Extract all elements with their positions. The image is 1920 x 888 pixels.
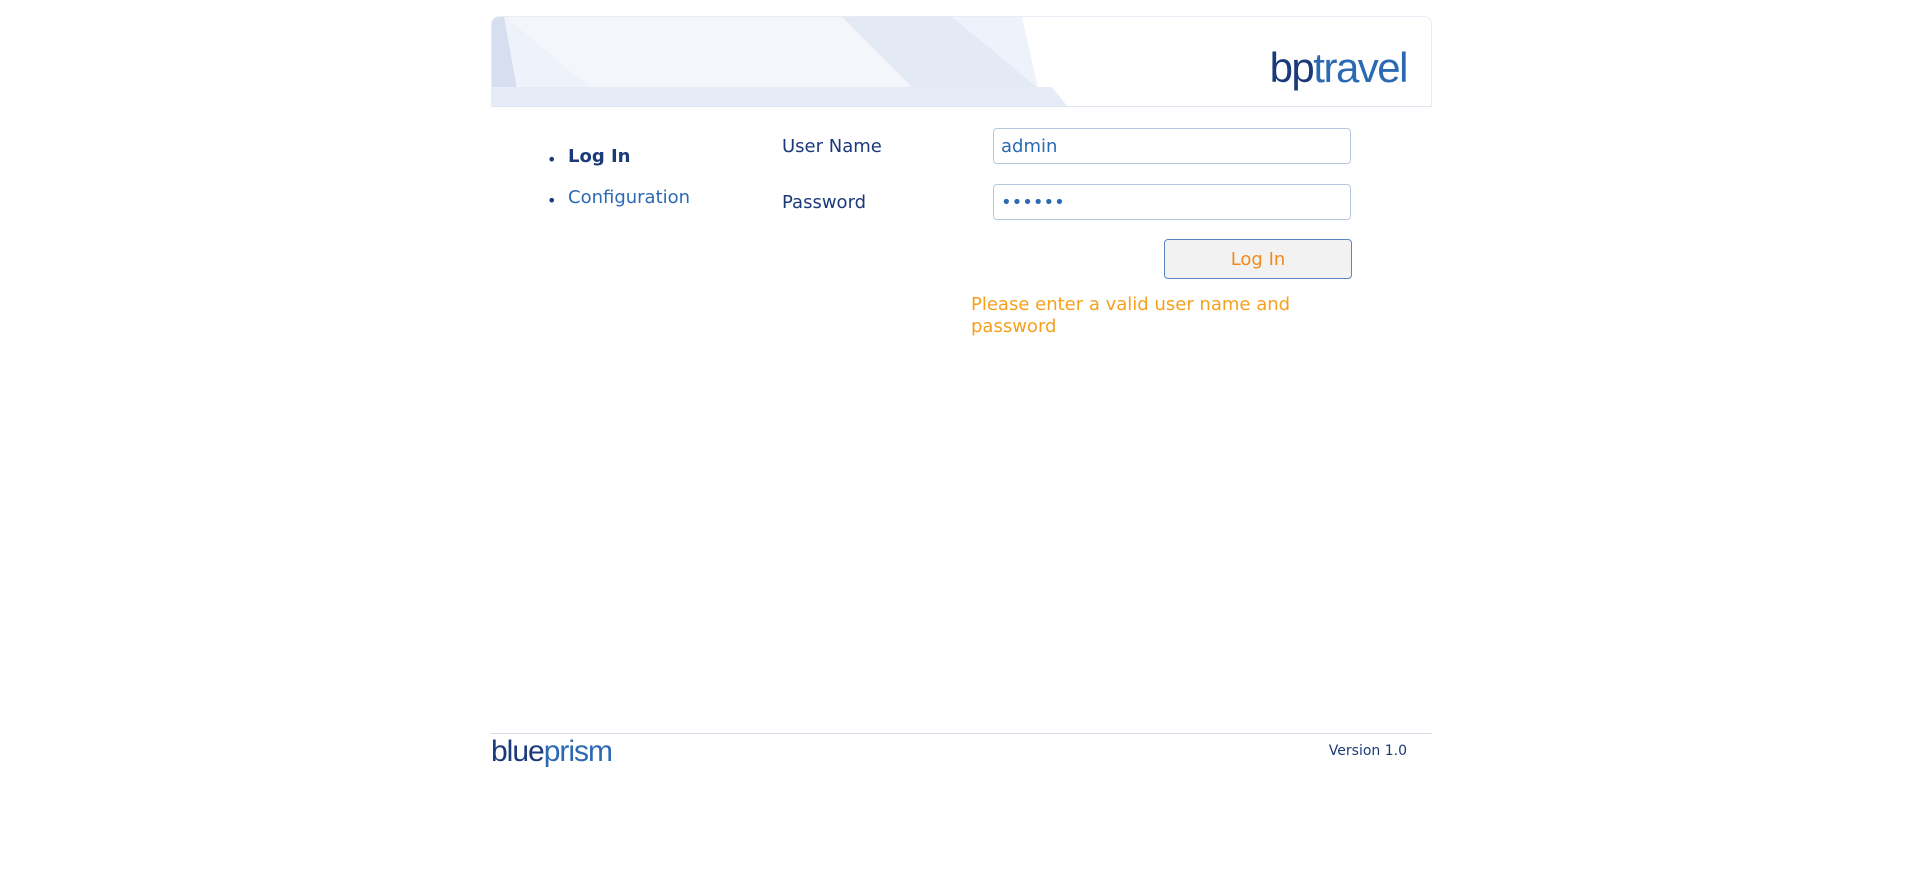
brand-logo-part1: bp xyxy=(1269,44,1315,91)
footer-logo-part2: prism xyxy=(543,735,613,768)
login-button[interactable]: Log In xyxy=(1164,239,1352,279)
footer: blueprism Version 1.0 xyxy=(491,733,1432,774)
content-wrapper: bptravel • Log In • Configuration User N… xyxy=(491,16,1432,337)
bullet-icon: • xyxy=(547,191,557,210)
password-input[interactable] xyxy=(993,184,1351,220)
nav-item-configuration[interactable]: • Configuration xyxy=(547,187,690,228)
brand-logo: bptravel xyxy=(1269,44,1409,91)
password-label: Password xyxy=(782,192,867,213)
username-label: User Name xyxy=(782,136,882,157)
username-input[interactable] xyxy=(993,128,1351,164)
login-page: bptravel • Log In • Configuration User N… xyxy=(0,0,1920,888)
error-message: Please enter a valid user name and passw… xyxy=(971,294,1291,337)
bullet-icon: • xyxy=(547,150,557,169)
version-label: Version 1.0 xyxy=(1328,743,1407,759)
header-banner: bptravel xyxy=(491,16,1432,107)
brand-logo-part2: travel xyxy=(1313,44,1408,91)
configuration-link[interactable]: Configuration xyxy=(568,187,690,208)
footer-logo-part1: blue xyxy=(491,735,545,768)
side-nav: • Log In • Configuration xyxy=(547,146,690,228)
nav-item-login-label: Log In xyxy=(568,146,631,167)
blueprism-logo: blueprism xyxy=(491,735,613,768)
nav-item-login: • Log In xyxy=(547,146,690,187)
